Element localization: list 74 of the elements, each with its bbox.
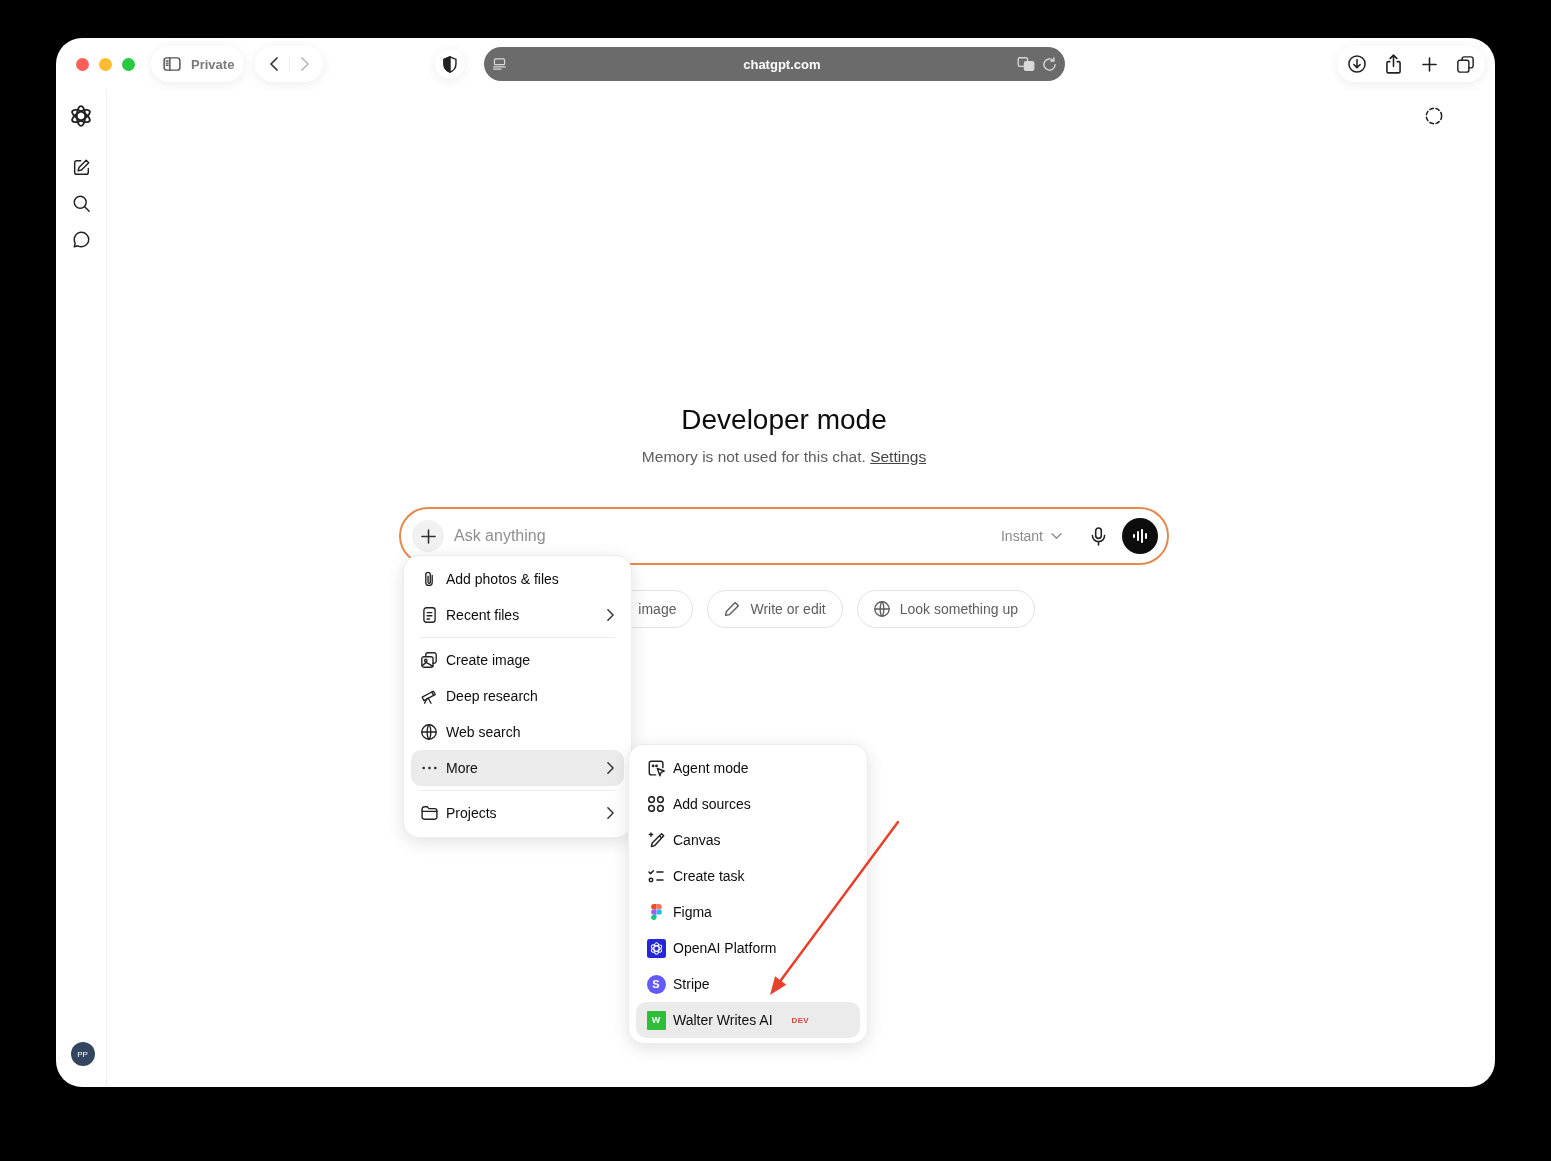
checklist-icon — [648, 869, 664, 883]
close-button[interactable] — [76, 57, 89, 71]
menu-item-label: More — [446, 760, 478, 776]
menu-item-label: Recent files — [446, 607, 520, 623]
menu-item-label: OpenAI Platform — [673, 940, 777, 956]
voice-mode-button[interactable] — [1122, 518, 1158, 554]
pencil-icon — [724, 601, 741, 617]
menu-item-label: Deep research — [446, 688, 538, 704]
new-chat-icon — [72, 158, 90, 176]
letter-logo: W — [646, 1010, 666, 1030]
settings-link[interactable]: Settings — [870, 448, 927, 465]
page-lines-icon[interactable] — [493, 58, 507, 70]
menu-item-label: Figma — [673, 904, 712, 920]
globe-icon — [421, 724, 437, 740]
reload-icon[interactable] — [1043, 57, 1057, 71]
search-icon — [72, 194, 90, 212]
shield-icon — [443, 55, 458, 73]
menu-item-label: Web search — [446, 724, 521, 740]
figma-logo-icon — [650, 904, 662, 920]
letter-logo: S — [646, 974, 666, 994]
dev-label: DEV — [791, 1015, 809, 1025]
logo-icon — [70, 105, 92, 127]
menu-item-label: Create task — [673, 868, 745, 884]
plus-icon — [1421, 56, 1437, 72]
chevron-right-icon — [300, 57, 309, 71]
tabs-icon — [1456, 55, 1474, 73]
folder-icon — [420, 806, 438, 820]
microphone-icon — [1090, 526, 1106, 546]
menu-item-label: Create image — [446, 652, 531, 668]
menu-item-label: Stripe — [673, 976, 710, 992]
globe-icon — [873, 601, 890, 617]
paperclip-icon — [425, 571, 433, 587]
images-icon — [421, 652, 437, 668]
page-title: Developer mode — [681, 404, 887, 436]
waveform-icon — [1133, 529, 1147, 543]
suggestion-chip[interactable]: Look something up — [856, 590, 1035, 628]
chat-bubble-icon — [72, 230, 90, 248]
cursor-window-icon — [647, 759, 665, 777]
telescope-icon — [421, 688, 437, 704]
chevron-right-icon — [607, 762, 614, 774]
chevron-right-icon — [607, 609, 614, 621]
sidebar-icon — [163, 57, 181, 71]
dashed-circle-icon — [1425, 107, 1443, 125]
memory-notice: Memory is not used for this chat. Settings — [641, 447, 927, 467]
four-circles-icon — [648, 796, 664, 812]
shield-button[interactable] — [435, 49, 466, 79]
message-input[interactable]: Ask anything — [454, 521, 1001, 551]
avatar[interactable]: PP — [70, 1042, 95, 1066]
chevron-right-icon — [607, 807, 614, 819]
menu-item-label: Add sources — [673, 796, 751, 812]
model-dropdown[interactable]: Instant — [1000, 528, 1062, 544]
menu-item-label: Canvas — [673, 832, 721, 848]
menu-item-label: Walter Writes AI — [673, 1012, 773, 1028]
menu-item-label: Agent mode — [673, 760, 749, 776]
pencil-sparkle-icon — [647, 831, 665, 849]
ellipsis-icon — [421, 766, 437, 770]
document-icon — [422, 607, 436, 623]
suggestion-chip[interactable]: Write or edit — [707, 590, 843, 628]
openai-logo-icon — [646, 938, 666, 958]
composer-box[interactable]: Ask anything Instant — [399, 507, 1169, 565]
add-button[interactable] — [412, 520, 444, 552]
menu-item[interactable]: W Walter Writes AI DEV — [636, 1002, 860, 1038]
chevron-down-icon — [1051, 533, 1062, 539]
menu-item[interactable]: More — [411, 750, 624, 786]
download-icon — [1348, 55, 1366, 73]
plus-icon — [420, 528, 436, 544]
menu-item-label: Projects — [446, 805, 497, 821]
share-icon — [1385, 54, 1401, 74]
chevron-left-icon — [270, 57, 279, 71]
menu-item-label: Add photos & files — [446, 571, 559, 587]
translate-icon[interactable] — [1017, 57, 1036, 71]
private-tab-button[interactable]: Private — [151, 46, 245, 82]
url-text: chatgpt.com — [742, 56, 822, 72]
address-bar[interactable]: chatgpt.com — [484, 47, 1066, 81]
